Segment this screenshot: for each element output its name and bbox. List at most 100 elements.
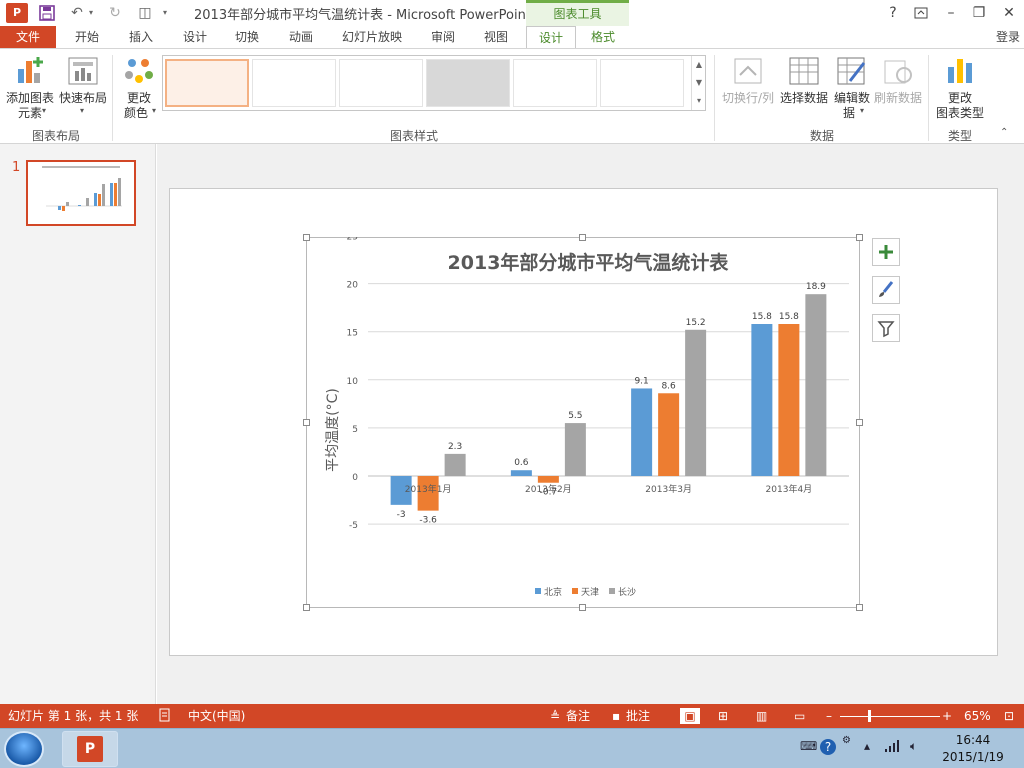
chart-bar[interactable] bbox=[685, 329, 707, 476]
chart-style-thumb-1[interactable] bbox=[165, 59, 249, 107]
chart[interactable]: 2013年部分城市平均气温统计表 平均温度(°C) -5 0 5 10 15 20 25 -… bbox=[306, 237, 860, 608]
select-data-button[interactable]: 选择数据 bbox=[778, 51, 830, 123]
tab-animations[interactable]: 动画 bbox=[278, 26, 324, 48]
zoom-slider-thumb[interactable] bbox=[868, 710, 871, 722]
zoom-level[interactable]: 65% bbox=[964, 708, 991, 724]
add-chart-element-button[interactable]: 添加图表 元素 ▾ bbox=[4, 51, 56, 123]
ribbon-display-options-icon[interactable] bbox=[908, 0, 934, 26]
fit-slide-icon[interactable]: ⊡ bbox=[1004, 708, 1014, 724]
tab-design[interactable]: 设计 bbox=[172, 26, 218, 48]
notes-icon[interactable]: ≜ bbox=[550, 708, 560, 724]
chart-bar[interactable] bbox=[564, 423, 586, 476]
quick-layout-button[interactable]: 快速布局 ▾ bbox=[58, 51, 108, 123]
comments-button[interactable]: 批注 bbox=[626, 708, 650, 724]
chart-bar[interactable] bbox=[444, 453, 466, 476]
chart-bar[interactable] bbox=[631, 388, 653, 476]
redo-icon[interactable]: ↻ bbox=[104, 3, 126, 23]
undo-icon[interactable]: ↶ bbox=[66, 3, 88, 23]
zoom-in-icon[interactable]: + bbox=[942, 708, 952, 724]
refresh-data-button[interactable]: 刷新数据 bbox=[872, 51, 924, 123]
gallery-expand-icon[interactable]: ▾ bbox=[691, 92, 706, 110]
chart-legend[interactable]: 北京 天津 长沙 bbox=[535, 586, 636, 598]
tab-view[interactable]: 视图 bbox=[474, 26, 518, 48]
chart-bar[interactable] bbox=[805, 294, 827, 476]
keyboard-icon[interactable]: ⌨ bbox=[800, 739, 817, 753]
chart-y-axis-title[interactable]: 平均温度(°C) bbox=[325, 388, 341, 472]
chart-style-thumb-2[interactable] bbox=[252, 59, 336, 107]
comments-icon[interactable]: ▪ bbox=[612, 708, 620, 724]
show-hidden-icons-icon[interactable]: ▴ bbox=[864, 739, 870, 753]
zoom-out-icon[interactable]: – bbox=[826, 708, 832, 724]
customize-qat-icon[interactable]: ▾ bbox=[158, 3, 172, 23]
chart-bar[interactable] bbox=[537, 476, 559, 483]
gallery-scroll-up-icon[interactable]: ▲ bbox=[691, 56, 706, 74]
tab-file[interactable]: 文件 bbox=[0, 26, 56, 48]
minimize-icon[interactable]: – bbox=[938, 0, 964, 26]
tab-review[interactable]: 审阅 bbox=[420, 26, 466, 48]
chart-bar[interactable] bbox=[510, 470, 532, 476]
chart-title[interactable]: 2013年部分城市平均气温统计表 bbox=[448, 251, 730, 274]
slideshow-from-start-icon[interactable]: ◫ bbox=[134, 3, 156, 23]
clock-time[interactable]: 16:44 bbox=[948, 733, 998, 747]
chart-x-tick-label: 2013年3月 bbox=[645, 483, 692, 495]
windows-start-button[interactable] bbox=[4, 731, 44, 767]
chart-style-thumb-3[interactable] bbox=[339, 59, 423, 107]
chart-y-tick-label: 15 bbox=[347, 329, 358, 339]
normal-view-icon[interactable]: ▣ bbox=[680, 708, 700, 724]
chart-bars[interactable] bbox=[390, 294, 827, 511]
status-bar: 幻灯片 第 1 张，共 1 张 中文(中国) ≜ 备注 ▪ 批注 ▣ ⊞ ▥ ▭… bbox=[0, 704, 1024, 728]
tab-insert[interactable]: 插入 bbox=[118, 26, 164, 48]
slide-sorter-view-icon[interactable]: ⊞ bbox=[718, 708, 728, 724]
tab-home[interactable]: 开始 bbox=[64, 26, 110, 48]
sign-in-link[interactable]: 登录 bbox=[996, 26, 1020, 48]
slideshow-view-icon[interactable]: ▭ bbox=[794, 708, 805, 724]
change-colors-label2: 颜色 bbox=[123, 106, 148, 120]
chart-bar[interactable] bbox=[778, 324, 800, 476]
change-colors-button[interactable]: 更改 颜色 ▾ bbox=[118, 51, 160, 123]
chart-x-tick-label: 2013年4月 bbox=[766, 483, 813, 495]
chart-style-thumb-6[interactable] bbox=[600, 59, 684, 107]
tab-chart-format[interactable]: 格式 bbox=[580, 26, 626, 48]
windows-taskbar: P ⌨ ? ⚙ ▴ 🔈︎ 16:44 2015/1/19 bbox=[0, 728, 1024, 768]
window-title: 2013年部分城市平均气温统计表 - Microsoft PowerPoint bbox=[194, 8, 531, 23]
help-tray-icon[interactable]: ? bbox=[820, 739, 836, 755]
chart-filters-button[interactable] bbox=[872, 314, 900, 342]
slide-count-status[interactable]: 幻灯片 第 1 张，共 1 张 bbox=[8, 708, 138, 724]
change-chart-type-button[interactable]: 更改 图表类型 bbox=[932, 51, 988, 123]
slide-thumbnail-preview bbox=[42, 166, 122, 211]
add-chart-element-label2: 元素 bbox=[17, 106, 42, 120]
edit-data-button[interactable]: 编辑数 据 ▾ bbox=[830, 51, 874, 123]
tray-settings-icon[interactable]: ⚙ bbox=[842, 735, 851, 746]
chart-elements-button[interactable] bbox=[872, 238, 900, 266]
taskbar-powerpoint-button[interactable]: P bbox=[62, 731, 118, 767]
slide-thumbnail-1[interactable] bbox=[26, 160, 136, 226]
tab-chart-design[interactable]: 设计 bbox=[526, 26, 576, 48]
undo-dropdown-icon[interactable]: ▾ bbox=[86, 3, 96, 23]
reading-view-icon[interactable]: ▥ bbox=[756, 708, 767, 724]
chart-bar[interactable] bbox=[751, 324, 773, 476]
save-icon[interactable] bbox=[36, 3, 58, 23]
chart-style-thumb-4[interactable] bbox=[426, 59, 510, 107]
close-icon[interactable]: ✕ bbox=[996, 0, 1022, 26]
chart-style-thumb-5[interactable] bbox=[513, 59, 597, 107]
powerpoint-app-icon[interactable]: P bbox=[6, 3, 28, 23]
add-chart-element-icon bbox=[18, 57, 43, 83]
tab-transitions[interactable]: 切换 bbox=[224, 26, 270, 48]
chart-bar[interactable] bbox=[658, 393, 680, 476]
help-icon[interactable]: ? bbox=[880, 0, 906, 26]
switch-row-column-button[interactable]: 切换行/列 bbox=[720, 51, 776, 123]
clock-date[interactable]: 2015/1/19 bbox=[938, 750, 1008, 764]
filter-icon bbox=[877, 321, 895, 338]
restore-icon[interactable]: ❐ bbox=[966, 0, 992, 26]
volume-icon[interactable]: 🔈︎ bbox=[910, 739, 917, 754]
notes-button[interactable]: 备注 bbox=[566, 708, 590, 724]
zoom-slider[interactable] bbox=[840, 716, 940, 717]
refresh-data-label: 刷新数据 bbox=[873, 91, 922, 105]
collapse-ribbon-icon[interactable]: ⌃ bbox=[1000, 127, 1008, 138]
gallery-scroll-down-icon[interactable]: ▼ bbox=[691, 74, 706, 92]
chart-styles-button[interactable] bbox=[872, 276, 900, 304]
tab-slideshow[interactable]: 幻灯片放映 bbox=[334, 26, 410, 48]
language-status[interactable]: 中文(中国) bbox=[188, 708, 245, 724]
spell-check-icon[interactable] bbox=[158, 708, 172, 724]
network-icon[interactable] bbox=[884, 739, 900, 756]
